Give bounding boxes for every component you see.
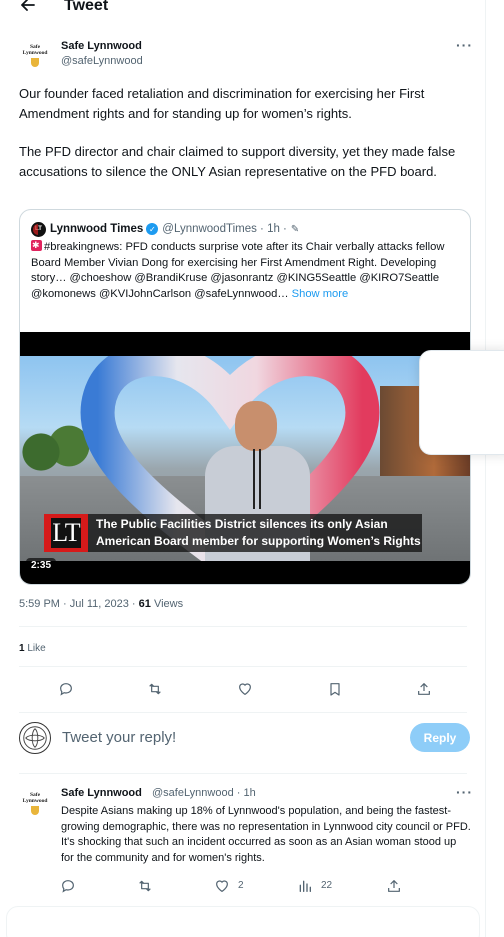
shield-icon: [31, 57, 39, 67]
author-name[interactable]: Safe Lynnwood: [61, 40, 142, 52]
divider: [19, 626, 467, 627]
quoted-tweet-header: LT Lynnwood Times ✓ @LynnwoodTimes · 1h …: [31, 221, 299, 237]
tweet-paragraph-1: Our founder faced retaliation and discri…: [19, 86, 425, 121]
lynnwood-times-logo-icon: LT: [31, 221, 46, 237]
quoted-text-body: #breakingnews: PFD conducts surprise vot…: [31, 241, 445, 300]
reply-tweet-text: Despite Asians making up 18% of Lynnwood…: [61, 805, 471, 864]
retweet-icon[interactable]: [145, 679, 165, 699]
back-arrow-icon[interactable]: [18, 0, 38, 15]
reply-icon[interactable]: [56, 679, 76, 699]
person-head: [235, 401, 277, 451]
lt-video-logo-text: LT: [51, 518, 81, 548]
tweet-timestamp: 5:59 PM · Jul 11, 2023 · 61 Views: [19, 598, 183, 610]
reply-like-count: 2: [238, 880, 244, 891]
page-title: Tweet: [64, 0, 109, 14]
lt-video-logo: LT: [44, 514, 88, 552]
quoted-author-name: Lynnwood Times: [50, 223, 144, 235]
more-options-icon[interactable]: ···: [456, 37, 473, 53]
user-avatar[interactable]: [19, 722, 51, 754]
tweet-actions: [0, 679, 486, 703]
share-icon[interactable]: [414, 679, 434, 699]
avatar-logo-text: Safe Lynnwood: [22, 43, 48, 56]
reply-input[interactable]: Tweet your reply!: [62, 729, 176, 746]
top-header: Tweet: [0, 0, 486, 21]
quoted-tweet-text: #breakingnews: PFD conducts surprise vot…: [31, 238, 463, 302]
pencil-edit-icon: ✎: [290, 223, 300, 235]
views-label: Views: [150, 598, 184, 610]
tweet-paragraph-2: The PFD director and chair claimed to su…: [19, 144, 456, 179]
retweet-icon[interactable]: [135, 876, 155, 896]
breaking-news-icon: [31, 238, 42, 254]
video-player[interactable]: LT The Public Facilities District silenc…: [20, 332, 470, 584]
reply-author-handle[interactable]: @safeLynnwood · 1h: [152, 787, 256, 799]
page-edge: [486, 0, 504, 937]
avatar-logo-text: Safe Lynnwood: [22, 791, 48, 804]
author-handle[interactable]: @safeLynnwood: [61, 55, 143, 67]
video-duration: 2:35: [26, 558, 57, 573]
like-heart-icon[interactable]: [235, 679, 255, 699]
video-caption-banner: LT The Public Facilities District silenc…: [44, 514, 422, 552]
timestamp-text[interactable]: 5:59 PM · Jul 11, 2023 ·: [19, 598, 139, 610]
divider: [19, 773, 467, 774]
likes-summary[interactable]: 1 Like: [19, 643, 46, 654]
quoted-tweet[interactable]: LT Lynnwood Times ✓ @LynnwoodTimes · 1h …: [19, 209, 471, 585]
reply-author-name[interactable]: Safe Lynnwood: [61, 787, 142, 799]
reply-button[interactable]: Reply: [410, 723, 470, 752]
reply-actions: 2 22: [0, 876, 486, 900]
person-lanyard: [253, 449, 261, 509]
video-caption-line-2: American Board member for supporting Wom…: [96, 534, 421, 548]
reply-view-count: 22: [321, 880, 333, 891]
verified-badge-icon: ✓: [146, 223, 159, 235]
bookmark-icon[interactable]: [325, 679, 345, 699]
divider: [19, 712, 467, 713]
video-caption-line-1: The Public Facilities District silences …: [96, 517, 388, 531]
reply-author-avatar[interactable]: Safe Lynnwood: [19, 787, 51, 819]
video-caption-text: The Public Facilities District silences …: [88, 516, 421, 550]
quoted-author-handle: @LynnwoodTimes · 1h ·: [162, 223, 287, 235]
overlay-popup: [419, 350, 504, 455]
reply-more-options-icon[interactable]: ···: [456, 784, 473, 800]
like-heart-icon[interactable]: [212, 876, 232, 896]
share-icon[interactable]: [384, 876, 404, 896]
divider: [19, 666, 467, 667]
next-tweet-card[interactable]: [6, 906, 480, 937]
shield-icon: [31, 805, 39, 815]
reply-icon[interactable]: [58, 876, 78, 896]
author-avatar[interactable]: Safe Lynnwood: [19, 39, 51, 71]
show-more-link[interactable]: Show more: [292, 288, 349, 300]
views-count: 61: [138, 598, 151, 610]
likes-label: Like: [24, 643, 46, 654]
views-bar-icon[interactable]: [295, 876, 315, 896]
